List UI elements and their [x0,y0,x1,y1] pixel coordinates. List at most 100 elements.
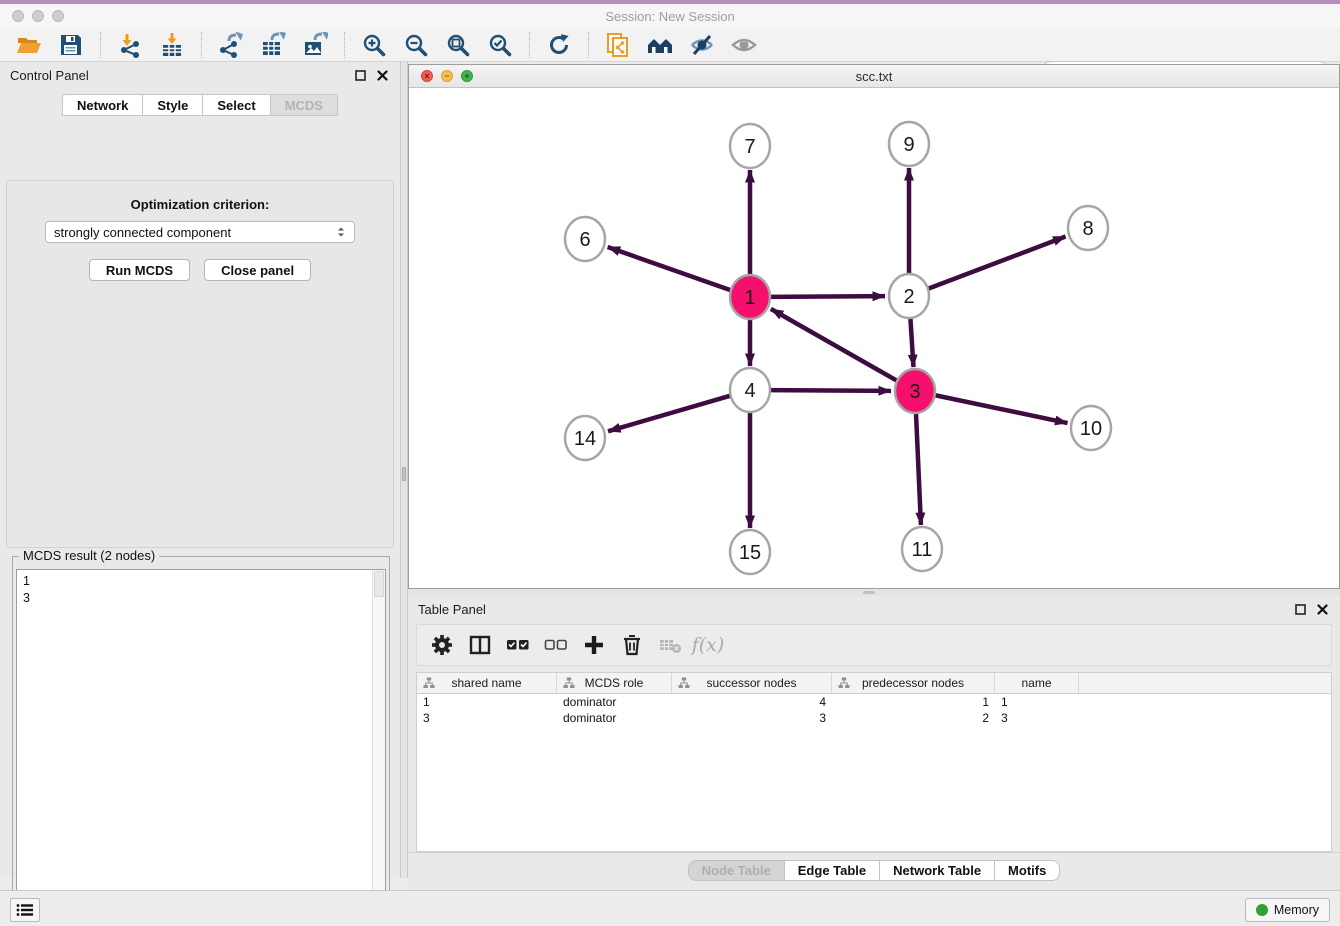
node-10[interactable]: 10 [1071,406,1111,450]
optimization-criterion-select[interactable]: strongly connected component [45,221,355,243]
task-history-button[interactable] [10,898,40,922]
column-header-successor-nodes[interactable]: successor nodes [672,673,832,693]
edge-4-14[interactable] [608,396,731,432]
edge-3-1[interactable] [771,309,898,381]
horizontal-splitter[interactable] [408,589,1340,596]
svg-text:15: 15 [739,542,761,564]
node-11[interactable]: 11 [902,527,942,571]
close-panel-button[interactable]: Close panel [204,259,311,281]
node-2[interactable]: 2 [889,274,929,318]
node-8[interactable]: 8 [1068,206,1108,250]
svg-text:11: 11 [912,539,933,561]
memory-button[interactable]: Memory [1245,898,1330,922]
network-graph[interactable]: 7 9 6 8 1 2 4 3 14 10 15 11 [409,88,1339,588]
cell-name[interactable]: 1 [995,694,1079,710]
svg-text:9: 9 [903,134,914,156]
edge-3-11[interactable] [916,411,921,525]
table-panel-title: Table Panel [418,602,486,617]
run-mcds-button[interactable]: Run MCDS [89,259,190,281]
create-column-icon[interactable] [579,630,609,660]
tab-network-table[interactable]: Network Table [880,860,995,881]
result-scrollbar[interactable] [372,570,385,926]
edge-4-3[interactable] [770,390,891,391]
table-settings-icon[interactable] [427,630,457,660]
tab-style[interactable]: Style [143,94,203,116]
node-3[interactable]: 3 [895,369,935,413]
save-session-icon[interactable] [57,32,85,58]
network-window-title: scc.txt [409,69,1339,84]
import-network-icon[interactable] [116,32,144,58]
close-table-panel-icon[interactable] [1314,601,1330,617]
node-7[interactable]: 7 [730,124,770,168]
zoom-fit-icon[interactable] [444,32,472,58]
cell-predecessor-nodes[interactable]: 2 [832,710,995,726]
cell-successor-nodes[interactable]: 3 [672,710,832,726]
float-panel-icon[interactable] [352,67,368,83]
open-session-icon[interactable] [15,32,43,58]
export-table-icon[interactable] [259,32,287,58]
column-header-shared-name[interactable]: shared name [417,673,557,693]
node-6[interactable]: 6 [565,217,605,261]
node-1[interactable]: 1 [730,275,770,319]
node-9[interactable]: 9 [889,122,929,166]
node-table[interactable]: shared nameMCDS rolesuccessor nodesprede… [416,672,1332,852]
mcds-result-textarea[interactable]: 1 3 [16,569,386,926]
hide-graphics-details-icon[interactable] [688,32,716,58]
cell-successor-nodes[interactable]: 4 [672,694,832,710]
cell-shared-name[interactable]: 3 [417,710,557,726]
tab-edge-table[interactable]: Edge Table [785,860,880,881]
column-header-MCDS-role[interactable]: MCDS role [557,673,672,693]
network-canvas[interactable]: 7 9 6 8 1 2 4 3 14 10 15 11 [409,88,1339,588]
show-columns-icon[interactable] [465,630,495,660]
float-table-panel-icon[interactable] [1292,601,1308,617]
refresh-network-icon[interactable] [545,32,573,58]
cell-name[interactable]: 3 [995,710,1079,726]
export-network-icon[interactable] [217,32,245,58]
vertical-splitter[interactable] [400,62,408,878]
edge-1-6[interactable] [608,247,731,290]
tab-select[interactable]: Select [203,94,270,116]
column-header-predecessor-nodes[interactable]: predecessor nodes [832,673,995,693]
network-window-titlebar[interactable]: × − + scc.txt [409,65,1339,88]
status-bar: Memory [0,890,1340,926]
zoom-out-icon[interactable] [402,32,430,58]
deselect-all-columns-icon[interactable] [541,630,571,660]
mcds-tab-content: Optimization criterion: strongly connect… [6,180,394,548]
list-icon [16,903,34,917]
node-4[interactable]: 4 [730,368,770,412]
application-window: Session: New Session Control Panel Netwo… [0,0,1340,926]
export-image-icon[interactable] [301,32,329,58]
mcds-result-group: MCDS result (2 nodes) 1 3 [12,556,390,926]
table-toolbar: f(x) [416,624,1332,666]
edge-3-10[interactable] [935,395,1068,423]
column-header-name[interactable]: name [995,673,1079,693]
delete-columns-icon[interactable] [617,630,647,660]
tab-network[interactable]: Network [62,94,143,116]
home-layout-icon[interactable] [646,32,674,58]
zoom-selected-icon[interactable] [486,32,514,58]
show-graphics-details-icon[interactable] [730,32,758,58]
cell-MCDS-role[interactable]: dominator [557,710,672,726]
edge-1-2[interactable] [770,296,885,297]
close-panel-icon[interactable] [374,67,390,83]
select-all-columns-icon[interactable] [503,630,533,660]
tab-mcds[interactable]: MCDS [271,94,338,116]
network-from-file-icon[interactable] [604,32,632,58]
table-row[interactable]: 3dominator323 [417,710,1331,726]
cell-shared-name[interactable]: 1 [417,694,557,710]
zoom-in-icon[interactable] [360,32,388,58]
import-table-icon[interactable] [158,32,186,58]
svg-text:1: 1 [744,287,755,309]
edge-2-8[interactable] [928,237,1066,289]
cell-MCDS-role[interactable]: dominator [557,694,672,710]
tab-node-table[interactable]: Node Table [688,860,785,881]
node-15[interactable]: 15 [730,530,770,574]
toolbar-separator [529,32,530,58]
edge-2-3[interactable] [910,316,913,367]
toolbar-separator [344,32,345,58]
function-builder-icon: f(x) [693,630,723,660]
table-row[interactable]: 1dominator411 [417,694,1331,710]
cell-predecessor-nodes[interactable]: 1 [832,694,995,710]
node-14[interactable]: 14 [565,416,605,460]
tab-motifs[interactable]: Motifs [995,860,1060,881]
